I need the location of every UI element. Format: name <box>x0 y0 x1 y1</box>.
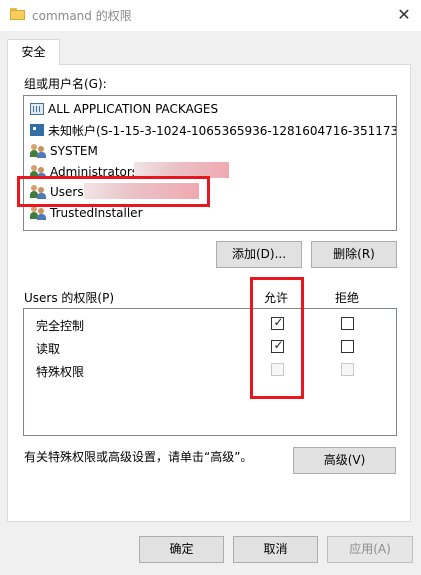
annotation-users-highlight <box>17 176 210 207</box>
advanced-note: 有关特殊权限或高级设置，请单击“高级”。 <box>24 450 253 464</box>
special-deny-checkbox <box>341 363 354 376</box>
apply-button: 应用(A) <box>327 536 413 563</box>
permissions-label: Users 的权限(P) <box>24 291 115 305</box>
read-deny-checkbox[interactable] <box>341 340 354 353</box>
add-button[interactable]: 添加(D)... <box>216 241 302 268</box>
permission-label-full-control: 完全控制 <box>36 319 85 333</box>
permission-label-read: 读取 <box>36 342 61 356</box>
deny-column-header: 拒绝 <box>335 291 360 305</box>
title-bar: command 的权限 ✕ <box>0 0 421 31</box>
window-title: command 的权限 <box>32 9 132 23</box>
advanced-button[interactable]: 高级(V) <box>293 447 396 474</box>
groups-label: 组或用户名(G): <box>24 77 107 91</box>
users-group-icon <box>30 144 46 158</box>
list-item-label: SYSTEM <box>50 144 98 158</box>
remove-button[interactable]: 删除(R) <box>311 241 397 268</box>
list-item-label: ALL APPLICATION PACKAGES <box>48 102 219 116</box>
tab-security[interactable]: 安全 <box>7 39 60 65</box>
list-item-label: TrustedInstaller <box>50 206 143 220</box>
cancel-button[interactable]: 取消 <box>233 536 318 563</box>
folder-icon <box>10 8 25 20</box>
list-item-system[interactable]: SYSTEM <box>30 141 98 161</box>
app-packages-icon <box>30 103 44 115</box>
close-button[interactable]: ✕ <box>391 2 417 28</box>
list-item-unknown-account[interactable]: 未知帐户(S-1-15-3-1024-1065365936-1281604716… <box>30 120 397 140</box>
permission-label-special: 特殊权限 <box>36 365 85 379</box>
full-control-deny-checkbox[interactable] <box>341 317 354 330</box>
unknown-account-icon <box>30 124 44 136</box>
list-item-all-app-packages[interactable]: ALL APPLICATION PACKAGES <box>30 99 218 119</box>
ok-button[interactable]: 确定 <box>139 536 224 563</box>
annotation-allow-column-highlight <box>250 277 304 399</box>
list-item-label: 未知帐户(S-1-15-3-1024-1065365936-1281604716… <box>48 123 397 138</box>
groups-listbox[interactable]: ALL APPLICATION PACKAGES 未知帐户(S-1-15-3-1… <box>23 95 397 231</box>
users-group-icon <box>30 206 46 220</box>
